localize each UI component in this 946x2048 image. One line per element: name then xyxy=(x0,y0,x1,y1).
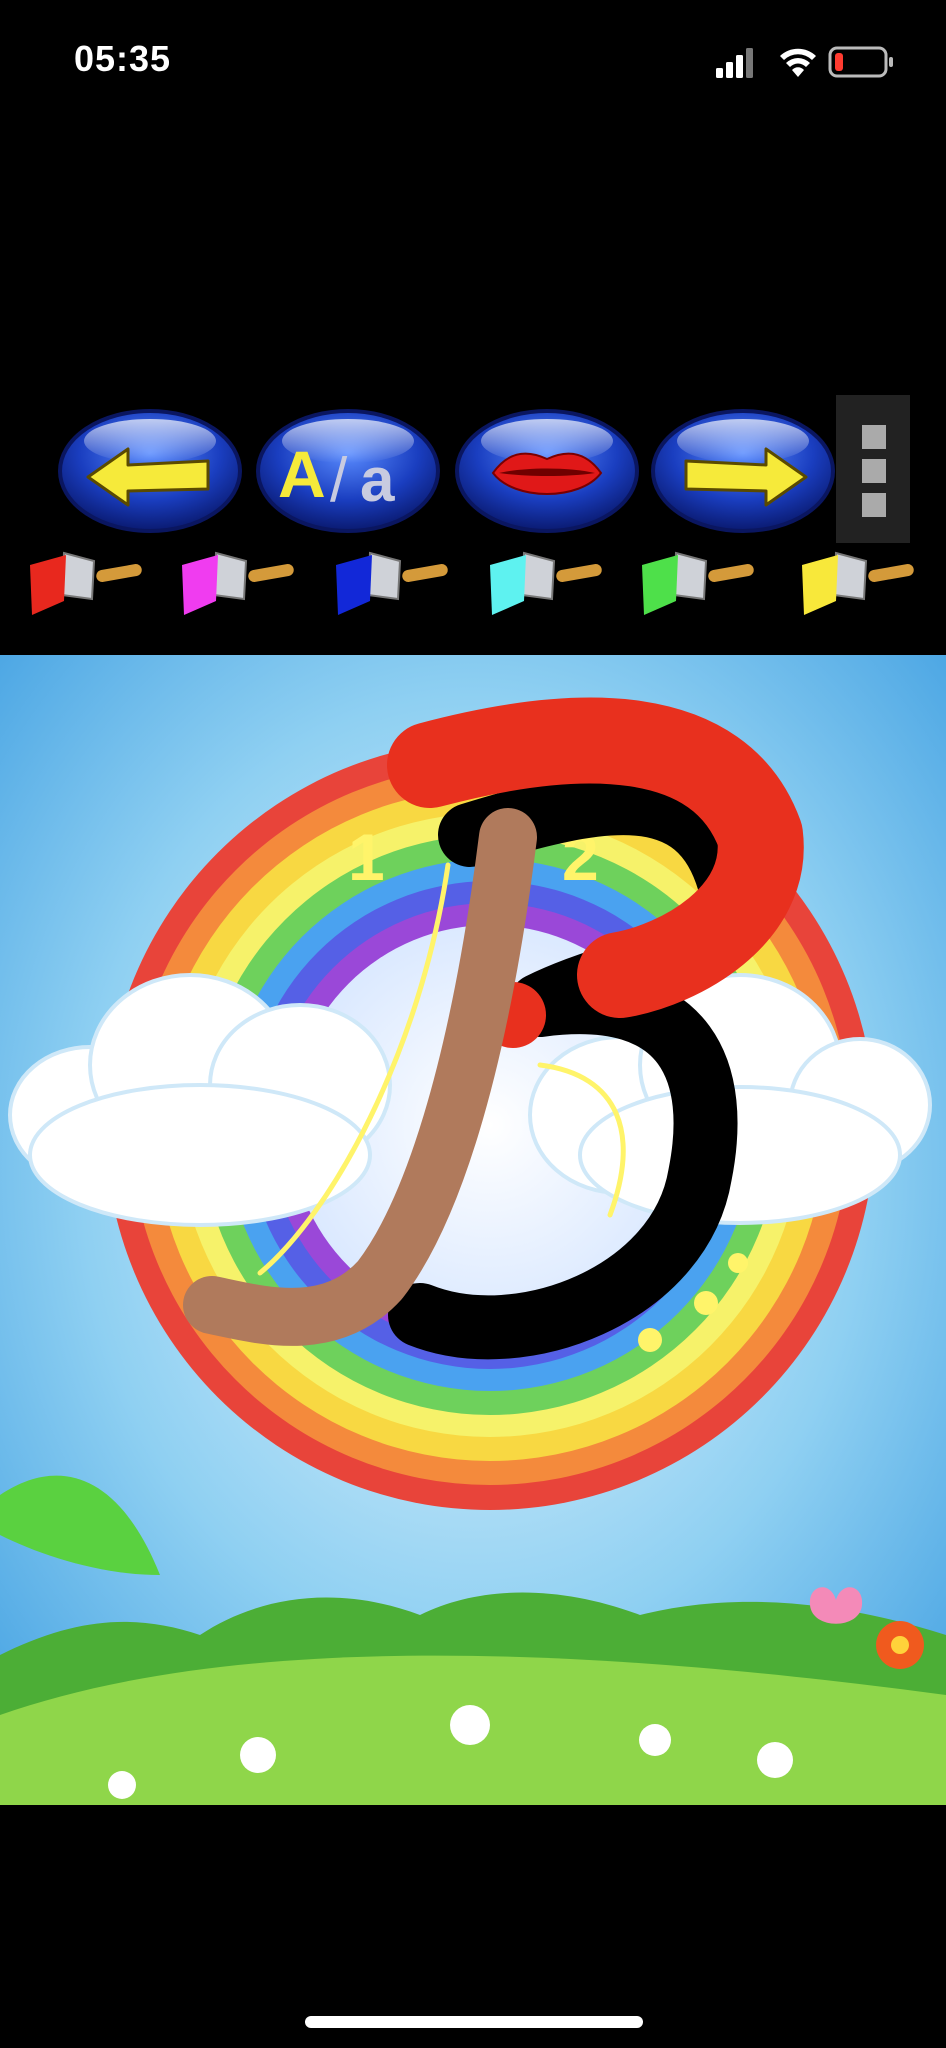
letter-case-upper: A xyxy=(278,437,326,511)
brush-magenta[interactable] xyxy=(176,545,296,629)
grass-hills xyxy=(0,1592,946,1805)
tracing-canvas[interactable]: 1 2 xyxy=(0,655,946,1805)
letter-case-button[interactable]: A / a xyxy=(256,405,441,535)
menu-icon-dot xyxy=(862,425,886,449)
paintbrush-icon xyxy=(30,551,142,615)
home-indicator[interactable] xyxy=(305,2016,643,2028)
paintbrush-icon xyxy=(336,551,448,615)
brush-cyan[interactable] xyxy=(484,545,604,629)
flower-decoration-orange xyxy=(876,1621,924,1669)
status-icons xyxy=(716,44,906,80)
letter-case-lower: a xyxy=(360,446,395,515)
toolbar: A / a xyxy=(0,395,946,645)
paintbrush-icon xyxy=(182,551,294,615)
letter-case-separator: / xyxy=(330,446,348,515)
menu-icon-dot xyxy=(862,493,886,517)
brush-yellow[interactable] xyxy=(796,545,916,629)
paintbrush-icon xyxy=(642,551,754,615)
battery-low-icon xyxy=(828,46,893,78)
paintbrush-icon xyxy=(802,551,914,615)
brush-green[interactable] xyxy=(636,545,756,629)
stroke-number-1: 1 xyxy=(348,820,385,894)
menu-button[interactable] xyxy=(836,395,910,543)
brush-red[interactable] xyxy=(24,545,144,629)
paintbrush-icon xyxy=(490,551,602,615)
brush-blue[interactable] xyxy=(330,545,450,629)
status-time: 05:35 xyxy=(74,38,172,79)
back-button[interactable] xyxy=(58,405,243,535)
menu-icon-dot xyxy=(862,459,886,483)
sound-button[interactable] xyxy=(455,405,640,535)
next-button[interactable] xyxy=(651,405,836,535)
cellular-signal-icon xyxy=(716,48,753,78)
status-bar: 05:35 xyxy=(0,0,946,120)
wifi-icon xyxy=(780,48,816,77)
